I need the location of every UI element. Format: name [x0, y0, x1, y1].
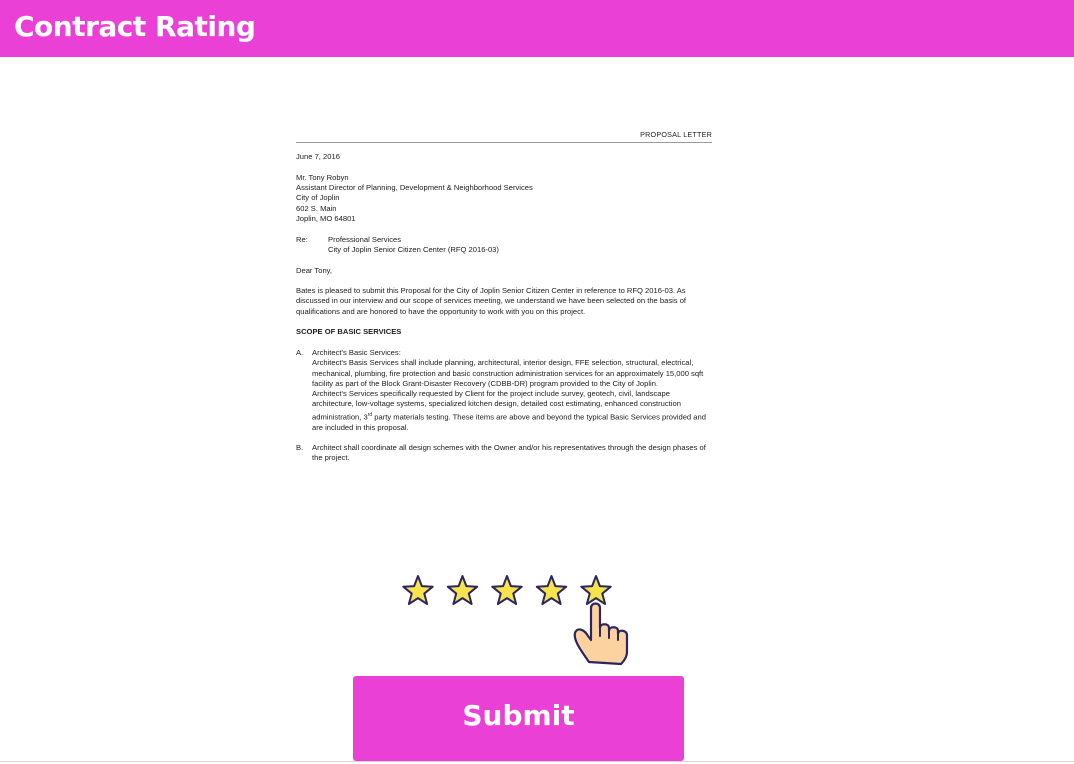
- intro-paragraph: Bates is pleased to submit this Proposal…: [296, 286, 687, 316]
- item-paragraph: Architect's Services specifically reques…: [312, 389, 712, 433]
- recipient-line: City of Joplin: [296, 193, 340, 203]
- divider: [0, 761, 1074, 762]
- scope-heading: SCOPE OF BASIC SERVICES: [296, 327, 402, 337]
- recipient-line: Joplin, MO 64801: [296, 214, 356, 224]
- item-paragraph: Architect shall coordinate all design sc…: [312, 443, 706, 463]
- recipient-line: 602 S. Main: [296, 203, 337, 213]
- letter-date: June 7, 2016: [296, 152, 340, 162]
- item-marker: A.: [296, 347, 304, 357]
- submit-button[interactable]: Submit: [353, 676, 684, 761]
- scope-item-b: B. Architect shall coordinate all design…: [296, 443, 712, 464]
- letter-label: PROPOSAL LETTER: [296, 130, 712, 144]
- salutation: Dear Tony,: [296, 265, 333, 275]
- re-label: Re:: [296, 234, 308, 244]
- star-3-icon[interactable]: [491, 575, 523, 606]
- item-text: party materials testing. These items are…: [312, 412, 706, 432]
- item-marker: B.: [296, 443, 304, 453]
- re-line: Professional Services: [328, 234, 402, 244]
- star-2-icon[interactable]: [446, 575, 479, 606]
- page-title: Contract Rating: [14, 10, 256, 43]
- re-line: City of Joplin Senior Citizen Center (RF…: [328, 244, 499, 254]
- recipient-block: Mr. Tony Robyn Assistant Director of Pla…: [296, 173, 712, 224]
- star-1-icon[interactable]: [402, 575, 434, 606]
- star-4-icon[interactable]: [535, 575, 568, 606]
- item-title: Architect's Basic Services:: [312, 347, 401, 357]
- recipient-line: Mr. Tony Robyn: [296, 172, 349, 182]
- recipient-line: Assistant Director of Planning, Developm…: [296, 183, 533, 193]
- app-header: Contract Rating: [0, 0, 1074, 57]
- item-paragraph: Architect's Basis Services shall include…: [312, 358, 704, 388]
- re-block: Re: Professional Services City of Joplin…: [296, 235, 712, 256]
- pointing-hand-icon: [573, 602, 629, 666]
- proposal-letter-document: PROPOSAL LETTER June 7, 2016 Mr. Tony Ro…: [296, 130, 712, 464]
- scope-item-a: A. Architect's Basic Services: Architect…: [296, 348, 712, 433]
